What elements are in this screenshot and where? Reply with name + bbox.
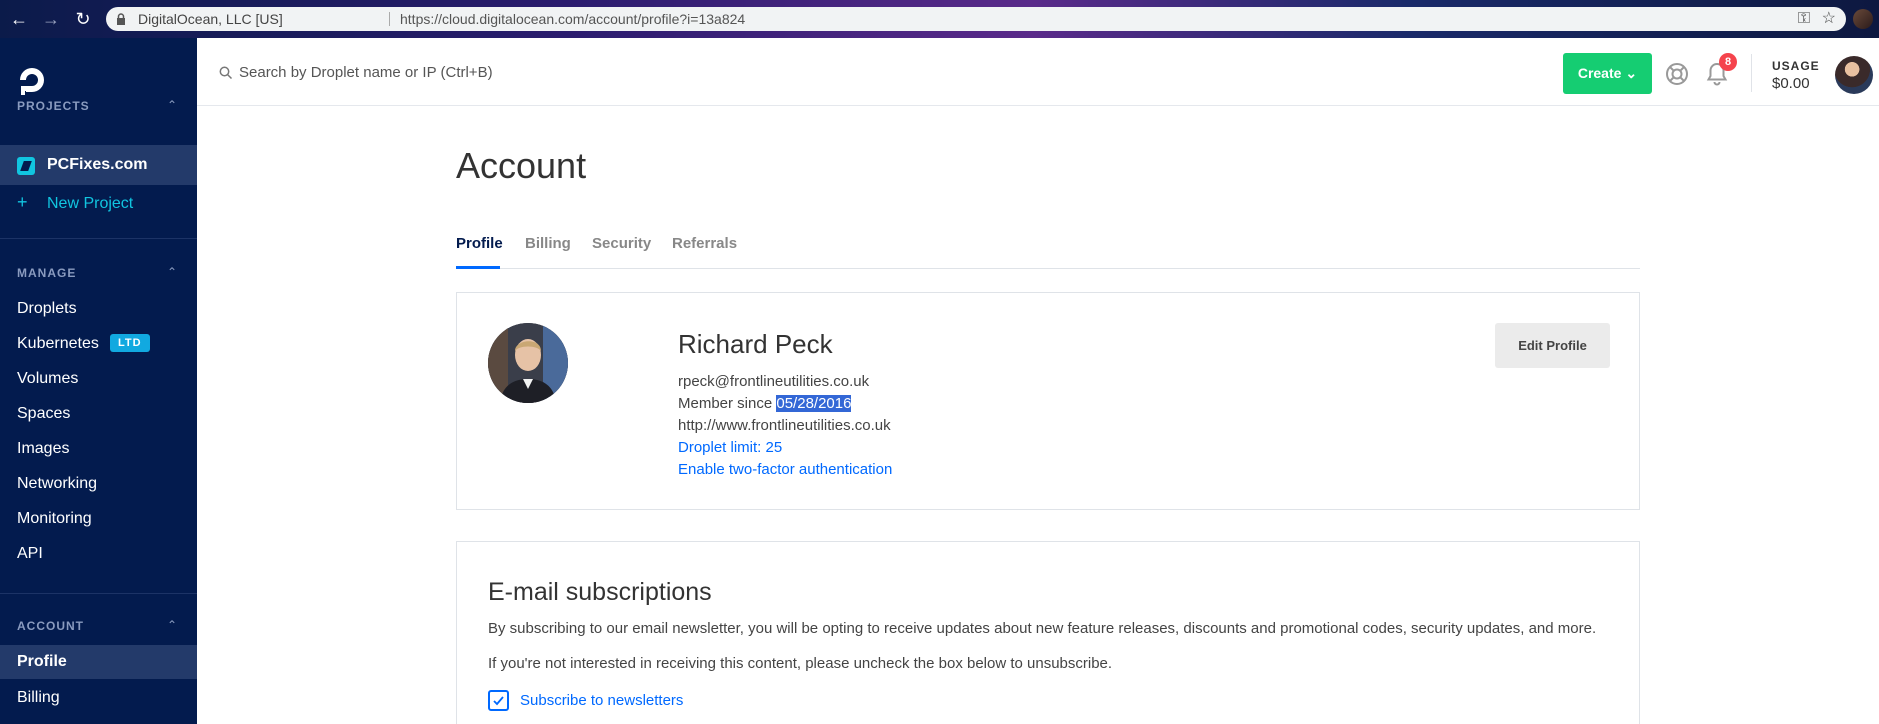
active-tab-indicator bbox=[456, 266, 500, 269]
new-project-label: New Project bbox=[47, 195, 134, 212]
usage-label: USAGE bbox=[1772, 59, 1820, 73]
member-since-date: 05/28/2016 bbox=[776, 395, 852, 412]
forward-arrow-icon[interactable]: → bbox=[40, 8, 62, 30]
usage-value[interactable]: $0.00 bbox=[1772, 75, 1810, 92]
back-arrow-icon[interactable]: ← bbox=[8, 8, 30, 30]
bookmark-star-icon[interactable]: ☆ bbox=[1822, 7, 1836, 31]
manage-section-label: MANAGE bbox=[17, 266, 77, 280]
search-icon bbox=[219, 66, 233, 80]
sidebar-item-droplets[interactable]: Droplets bbox=[17, 300, 77, 318]
header-divider bbox=[1751, 54, 1752, 92]
user-avatar[interactable] bbox=[1835, 56, 1873, 94]
plus-icon: + bbox=[17, 192, 28, 212]
email-subscriptions-title: E-mail subscriptions bbox=[488, 578, 712, 606]
sidebar-item-spaces[interactable]: Spaces bbox=[17, 405, 70, 423]
checkmark-icon bbox=[493, 696, 504, 706]
sidebar-item-networking[interactable]: Networking bbox=[17, 475, 97, 493]
key-icon[interactable]: ⚿ bbox=[1798, 7, 1810, 31]
tab-billing[interactable]: Billing bbox=[525, 235, 571, 252]
url-text[interactable]: https://cloud.digitalocean.com/account/p… bbox=[400, 7, 745, 31]
ltd-badge: LTD bbox=[110, 334, 150, 352]
unsubscribe-note: If you're not interested in receiving th… bbox=[488, 655, 1113, 672]
site-identity: DigitalOcean, LLC [US] bbox=[138, 11, 283, 27]
reload-icon[interactable]: ↻ bbox=[72, 8, 94, 30]
member-since-label: Member since bbox=[678, 395, 773, 412]
sidebar-project-current[interactable]: PCFixes.com bbox=[0, 145, 197, 185]
address-divider bbox=[389, 12, 390, 26]
chevron-up-icon[interactable]: ⌃ bbox=[167, 265, 177, 279]
sidebar-divider bbox=[0, 238, 197, 239]
sidebar-item-profile[interactable]: Profile bbox=[0, 645, 197, 679]
tab-profile[interactable]: Profile bbox=[456, 235, 503, 252]
digitalocean-logo-icon[interactable] bbox=[16, 64, 48, 96]
newsletter-checkbox[interactable] bbox=[488, 690, 509, 711]
lock-icon bbox=[117, 13, 125, 25]
sidebar-item-billing[interactable]: Billing bbox=[17, 689, 60, 707]
page-title: Account bbox=[456, 145, 587, 186]
chevron-up-icon[interactable]: ⌃ bbox=[167, 98, 177, 112]
profile-email: rpeck@frontlineutilities.co.uk bbox=[678, 373, 870, 390]
profile-website: http://www.frontlineutilities.co.uk bbox=[678, 417, 891, 434]
droplet-limit-link[interactable]: Droplet limit: 25 bbox=[678, 439, 782, 456]
profile-name: Richard Peck bbox=[678, 329, 833, 359]
two-factor-link[interactable]: Enable two-factor authentication bbox=[678, 461, 892, 478]
sidebar-item-volumes[interactable]: Volumes bbox=[17, 370, 78, 388]
projects-section-label: PROJECTS bbox=[17, 99, 90, 113]
top-header: Create⌄ 8 USAGE $0.00 bbox=[197, 38, 1879, 106]
project-name: PCFixes.com bbox=[47, 156, 148, 173]
notification-count-badge: 8 bbox=[1719, 53, 1737, 71]
member-since: Member since 05/28/2016 bbox=[678, 395, 852, 412]
chevron-down-icon: ⌄ bbox=[1625, 65, 1638, 81]
new-project-link[interactable]: + New Project bbox=[17, 192, 133, 213]
profile-photo bbox=[488, 323, 568, 403]
edit-profile-button[interactable]: Edit Profile bbox=[1495, 323, 1610, 368]
account-tabs: Profile Billing Security Referrals bbox=[456, 235, 1640, 269]
search-input[interactable] bbox=[239, 60, 739, 84]
tab-referrals[interactable]: Referrals bbox=[672, 235, 737, 252]
sidebar-item-monitoring[interactable]: Monitoring bbox=[17, 510, 92, 528]
sidebar: PROJECTS ⌃ PCFixes.com + New Project MANA… bbox=[0, 38, 197, 724]
sidebar-item-api[interactable]: API bbox=[17, 545, 43, 563]
sidebar-item-profile-label: Profile bbox=[17, 653, 67, 670]
tab-security[interactable]: Security bbox=[592, 235, 651, 252]
sidebar-item-kubernetes[interactable]: Kubernetes bbox=[17, 335, 99, 353]
sidebar-item-images[interactable]: Images bbox=[17, 440, 69, 458]
sidebar-divider bbox=[0, 593, 197, 594]
email-subscriptions-card: E-mail subscriptions By subscribing to o… bbox=[456, 541, 1640, 724]
profile-card: Richard Peck rpeck@frontlineutilities.co… bbox=[456, 292, 1640, 510]
create-button[interactable]: Create ⌄ bbox=[1563, 53, 1652, 94]
browser-toolbar: ← → ↻ DigitalOcean, LLC [US] https://clo… bbox=[0, 0, 1879, 38]
help-lifebuoy-icon[interactable] bbox=[1665, 62, 1689, 86]
email-subscriptions-description: By subscribing to our email newsletter, … bbox=[488, 620, 1597, 637]
chevron-up-icon[interactable]: ⌃ bbox=[167, 618, 177, 632]
browser-profile-avatar[interactable] bbox=[1853, 9, 1873, 29]
account-section-label: ACCOUNT bbox=[17, 619, 84, 633]
create-button-label: Create bbox=[1577, 65, 1622, 81]
address-bar[interactable]: DigitalOcean, LLC [US] https://cloud.dig… bbox=[106, 7, 1846, 31]
newsletter-checkbox-label[interactable]: Subscribe to newsletters bbox=[520, 692, 683, 709]
project-icon bbox=[17, 157, 35, 175]
